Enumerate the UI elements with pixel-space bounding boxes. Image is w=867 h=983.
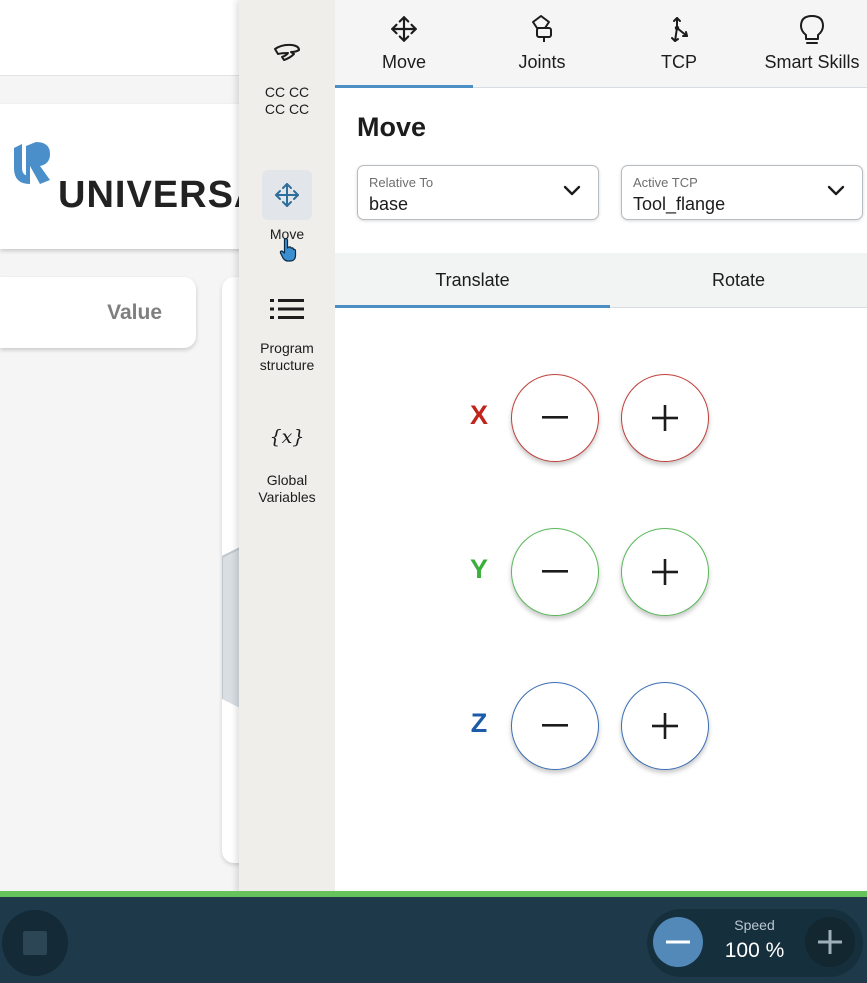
active-tcp-value: Tool_flange <box>633 194 726 214</box>
z-plus-button[interactable] <box>621 682 709 770</box>
speed-label: Speed <box>734 917 775 933</box>
x-plus-button[interactable] <box>621 374 709 462</box>
nav-item-cc[interactable]: CC CC CC CC <box>239 28 335 118</box>
active-tcp-dropdown[interactable]: Active TCP Tool_flange <box>621 165 863 220</box>
relative-to-value: base <box>369 194 409 214</box>
page-title: Move <box>357 112 427 142</box>
plus-icon <box>652 405 678 431</box>
move-arrows-icon <box>391 16 417 42</box>
plus-icon <box>818 930 842 954</box>
ur-logo-icon <box>14 142 50 184</box>
nav-item-move[interactable]: Move <box>239 170 335 243</box>
tab-tcp[interactable]: TCP <box>611 0 747 88</box>
tool-hand-icon <box>262 28 312 78</box>
tab-rotate[interactable]: Rotate <box>610 253 867 308</box>
y-minus-button[interactable] <box>511 528 599 616</box>
background-top-bar <box>0 0 240 76</box>
minus-icon <box>666 940 690 944</box>
move-arrows-icon <box>262 170 312 220</box>
plus-icon <box>652 713 678 739</box>
speed-control: Speed 100 % <box>647 909 863 977</box>
tcp-icon <box>671 17 688 42</box>
axis-row-x: X <box>335 373 867 463</box>
speed-increase-button[interactable] <box>805 917 855 967</box>
nav-label-cc-line2: CC CC <box>264 101 310 117</box>
speed-value: 100 % <box>724 939 785 962</box>
tab-joints-label: Joints <box>518 52 566 72</box>
variable-icon-glyph: {x} <box>269 426 305 448</box>
axis-row-z: Z <box>335 681 867 771</box>
tab-joints[interactable]: Joints <box>473 0 611 88</box>
tab-tcp-label: TCP <box>661 52 697 72</box>
top-tab-bar: Move Joints TCP Smart Skills <box>335 0 867 88</box>
plus-icon <box>652 559 678 585</box>
nav-label-program-structure: Program structure <box>239 340 335 374</box>
relative-to-label: Relative To <box>369 175 434 190</box>
nav-rail: CC CC CC CC Move Program structure {x} G… <box>239 0 335 893</box>
minus-icon <box>542 724 568 727</box>
stop-icon <box>23 931 47 955</box>
pointer-hand-icon <box>279 238 297 262</box>
tab-smart-skills[interactable]: Smart Skills <box>747 0 867 88</box>
list-icon <box>262 284 312 334</box>
tab-move[interactable]: Move <box>335 0 473 88</box>
z-minus-button[interactable] <box>511 682 599 770</box>
nav-label-program-line1: Program <box>260 340 314 356</box>
value-header-label: Value <box>107 301 162 324</box>
nav-item-global-variables[interactable]: {x} Global Variables <box>239 416 335 506</box>
minus-icon <box>542 570 568 573</box>
logo-card: UNIVERSA <box>0 104 252 249</box>
minus-icon <box>542 416 568 419</box>
nav-label-globals-line2: Variables <box>258 489 316 505</box>
nav-item-program-structure[interactable]: Program structure <box>239 284 335 374</box>
value-column-header: Value <box>0 277 196 348</box>
nav-label-global-variables: Global Variables <box>239 472 335 506</box>
axis-label-y: Y <box>469 554 488 584</box>
axis-row-y: Y <box>335 527 867 617</box>
active-tcp-label: Active TCP <box>633 175 698 190</box>
variable-icon: {x} <box>262 416 312 466</box>
chevron-down-icon <box>563 185 581 196</box>
stop-button[interactable] <box>2 910 68 976</box>
tab-smart-skills-label: Smart Skills <box>764 52 860 72</box>
speed-decrease-button[interactable] <box>653 917 703 967</box>
move-panel: Move Joints TCP Smart Skills Move Relati… <box>335 0 867 893</box>
tab-translate[interactable]: Translate <box>335 253 610 308</box>
nav-label-globals-line1: Global <box>266 472 308 488</box>
axis-label-z: Z <box>470 708 488 738</box>
chevron-down-icon <box>827 185 845 196</box>
nav-label-cc: CC CC CC CC <box>239 84 335 118</box>
tab-move-label: Move <box>381 52 426 72</box>
lightbulb-icon <box>800 15 824 44</box>
x-minus-button[interactable] <box>511 374 599 462</box>
joint-icon <box>532 15 552 42</box>
nav-label-program-line2: structure <box>259 357 315 373</box>
relative-to-dropdown[interactable]: Relative To base <box>357 165 599 220</box>
mode-tab-bar: Translate Rotate <box>335 253 867 308</box>
bottom-bar: Speed 100 % <box>0 897 867 983</box>
y-plus-button[interactable] <box>621 528 709 616</box>
brand-logo-text: UNIVERSA <box>58 174 252 216</box>
axis-label-x: X <box>469 400 488 430</box>
nav-label-cc-line1: CC CC <box>264 84 310 100</box>
